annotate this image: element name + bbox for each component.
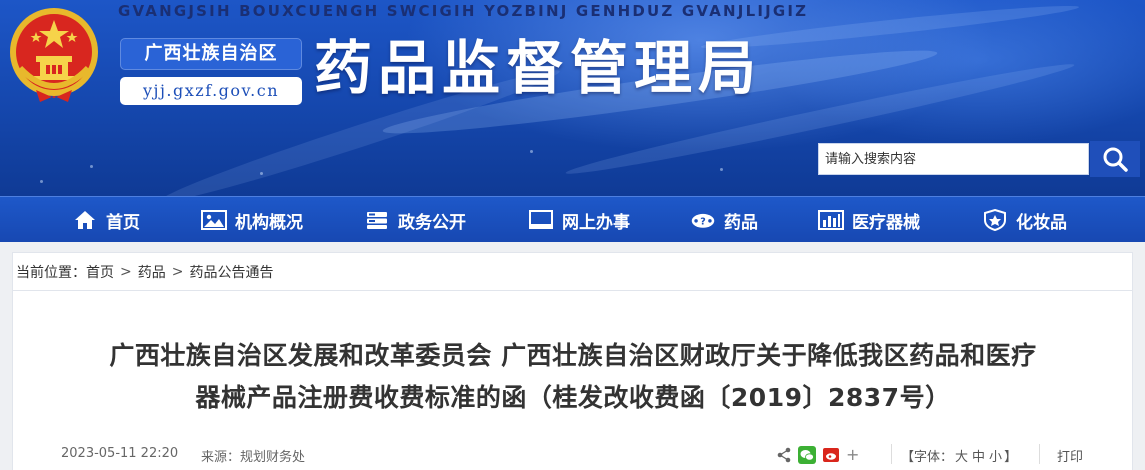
breadcrumb-link-home[interactable]: 首页 [86, 262, 114, 282]
search-button[interactable] [1090, 141, 1140, 177]
nav-item-organization[interactable]: 机构概况 [201, 197, 303, 243]
monitor-icon [528, 208, 554, 232]
breadcrumb-link-drugs[interactable]: 药品 [138, 262, 166, 282]
weibo-icon[interactable] [822, 447, 840, 463]
font-size-small-button[interactable]: 小 [989, 450, 1002, 465]
article-date: 2023-05-11 22:20 [61, 446, 179, 461]
zhuang-language-title: GVANGJSIH BOUXCUENGH SWCIGIH YOZBINJ GEN… [118, 2, 809, 20]
server-icon [364, 208, 390, 232]
source-label: 来源： [201, 450, 241, 465]
home-icon [72, 208, 98, 232]
font-size-prefix: 【字体： [901, 450, 954, 465]
source-value: 规划财务处 [240, 450, 306, 465]
region-name-badge[interactable]: 广西壮族自治区 [120, 38, 302, 70]
nav-item-label: 医疗器械 [852, 212, 920, 233]
sparkle [90, 165, 93, 168]
font-size-suffix: 】 [1004, 450, 1018, 465]
nav-item-cosmetics[interactable]: 化妆品 [982, 197, 1067, 243]
article-panel: 广西壮族自治区发展和改革委员会 广西壮族自治区财政厅关于降低我区药品和医疗 器械… [12, 290, 1133, 470]
nav-item-label: 化妆品 [1016, 212, 1067, 233]
meta-divider [1039, 444, 1040, 464]
shield-icon [982, 208, 1008, 232]
sparkle [260, 172, 263, 175]
sparkle [40, 180, 43, 183]
nav-item-label: 机构概况 [235, 212, 303, 233]
nav-item-online-services[interactable]: 网上办事 [528, 197, 630, 243]
article-title-line-2: 器械产品注册费收费标准的函（桂发改收费函〔2019〕2837号） [195, 383, 951, 412]
print-button[interactable]: 打印 [1057, 446, 1083, 465]
domain-badge[interactable]: yjj.gxzf.gov.cn [120, 77, 302, 105]
article-source: 来源：规划财务处 [201, 446, 305, 465]
share-icon[interactable] [776, 447, 792, 463]
sparkle [530, 150, 533, 153]
wechat-icon[interactable] [798, 445, 816, 464]
nav-item-label: 药品 [724, 212, 758, 233]
breadcrumb-prefix: 当前位置： [16, 264, 86, 281]
header-banner: GVANGJSIH BOUXCUENGH SWCIGIH YOZBINJ GEN… [0, 0, 1145, 196]
bureau-title: 药品监督管理局 [314, 34, 763, 102]
font-size-large-button[interactable]: 大 [955, 450, 968, 465]
main-nav: 首页 机构概况 政务公开 网上办事 ? 药品 医疗器械 化妆品 [0, 196, 1145, 242]
nav-item-home[interactable]: 首页 [72, 197, 140, 243]
share-bar: + [776, 445, 859, 464]
article-title-line-1: 广西壮族自治区发展和改革委员会 广西壮族自治区财政厅关于降低我区药品和医疗 [109, 341, 1037, 370]
image-icon [201, 208, 227, 232]
pill-icon: ? [690, 208, 716, 232]
breadcrumb-separator: > [171, 263, 184, 280]
search-icon [1103, 147, 1128, 172]
bar-chart-icon [818, 208, 844, 232]
national-emblem-icon [10, 8, 98, 102]
nav-item-label: 网上办事 [562, 212, 630, 233]
breadcrumb-separator: > [120, 263, 132, 280]
article-title: 广西壮族自治区发展和改革委员会 广西壮族自治区财政厅关于降低我区药品和医疗 器械… [53, 335, 1093, 419]
svg-text:?: ? [700, 216, 706, 227]
nav-item-medical-devices[interactable]: 医疗器械 [818, 197, 920, 243]
search-input[interactable] [818, 143, 1089, 175]
nav-item-public-affairs[interactable]: 政务公开 [364, 197, 466, 243]
more-share-button[interactable]: + [846, 445, 859, 464]
nav-item-drugs[interactable]: ? 药品 [690, 197, 758, 243]
nav-item-label: 政务公开 [398, 212, 466, 233]
font-size-control: 【字体：大中小】 [901, 446, 1017, 465]
meta-divider [891, 444, 892, 464]
breadcrumb: 当前位置： 首页 > 药品 > 药品公告通告 [12, 252, 1133, 290]
breadcrumb-link-drug-notices[interactable]: 药品公告通告 [189, 262, 273, 282]
font-size-medium-button[interactable]: 中 [972, 450, 985, 465]
nav-item-label: 首页 [106, 212, 140, 233]
sparkle [720, 168, 723, 171]
